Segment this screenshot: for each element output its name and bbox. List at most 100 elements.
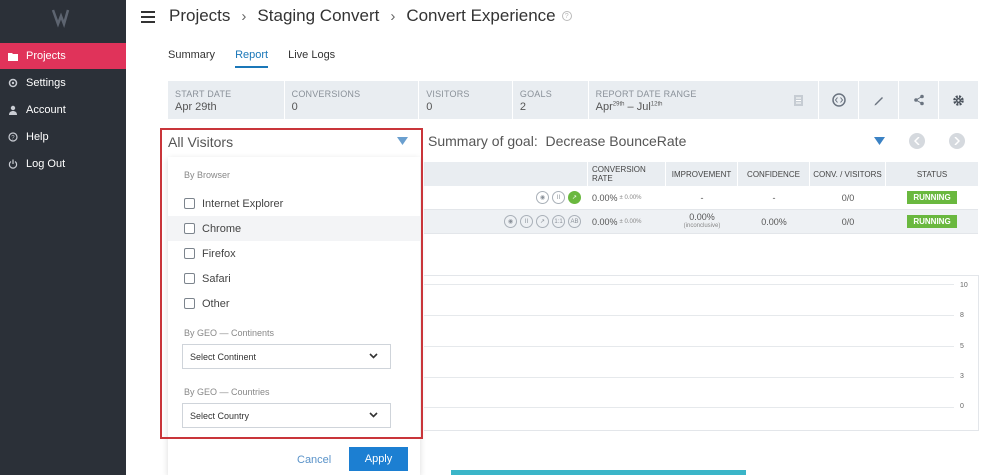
stat-start-date: START DATE Apr 29th (168, 81, 285, 119)
goal-summary: Summary of goal: Decrease BounceRate (428, 133, 686, 149)
stat-value: 0 (426, 101, 433, 113)
y-tick-label: 10 (960, 282, 968, 289)
conversion-rate-cell: 0.00% ± 0.00% (588, 186, 666, 209)
ab-icon[interactable]: AB (568, 215, 581, 228)
one-to-one-icon[interactable]: 1:1 (552, 215, 565, 228)
y-tick-label: 8 (960, 312, 964, 319)
document-icon[interactable] (778, 81, 818, 119)
breadcrumb-project[interactable]: Staging Convert (257, 6, 379, 26)
breadcrumb-separator: › (241, 7, 247, 25)
header-spacer (424, 162, 588, 186)
help-icon[interactable]: ? (561, 11, 572, 21)
row-actions: ◉ II ↗ (424, 186, 588, 209)
rate-margin: ± 0.00% (619, 194, 642, 201)
folder-icon (0, 52, 26, 61)
goal-summary-label: Summary of goal: (428, 133, 538, 149)
goal-name[interactable]: Decrease BounceRate (546, 133, 687, 149)
stat-label: CONVERSIONS (291, 89, 361, 99)
chart-plot-area (424, 284, 954, 414)
eye-icon[interactable]: ◉ (504, 215, 517, 228)
prev-arrow-icon[interactable] (909, 133, 925, 149)
stat-date-range[interactable]: REPORT DATE RANGE Apr29th – Jul12th (589, 81, 778, 119)
rate-value: 0.00% (592, 192, 618, 203)
code-icon[interactable] (818, 81, 858, 119)
horizontal-scrollbar[interactable] (451, 470, 746, 475)
rate-margin: ± 0.00% (619, 218, 642, 225)
help-icon: ? (0, 132, 26, 142)
row-actions: ◉ II ↗ 1:1 AB (424, 210, 588, 233)
user-icon (0, 105, 26, 115)
gear-icon[interactable] (938, 81, 978, 119)
sidebar-item-logout[interactable]: Log Out (0, 151, 126, 177)
eye-icon[interactable]: ◉ (536, 191, 549, 204)
stat-label: START DATE (175, 89, 232, 99)
y-tick-label: 0 (960, 403, 964, 410)
improvement-value: 0.00% (689, 211, 715, 222)
report-tabs: Summary Report Live Logs (168, 49, 355, 68)
page-title: Convert Experience (406, 6, 556, 25)
improvement-cell: - (700, 192, 704, 203)
pencil-icon[interactable] (858, 81, 898, 119)
col-confidence: CONFIDENCE (738, 162, 810, 186)
tab-report[interactable]: Report (235, 49, 269, 68)
goal-dropdown-caret-icon[interactable] (874, 137, 885, 145)
pause-icon[interactable]: II (552, 191, 565, 204)
tab-live-logs[interactable]: Live Logs (288, 49, 335, 68)
sidebar-item-account[interactable]: Account (0, 97, 126, 123)
sidebar-item-label: Projects (26, 50, 66, 62)
sidebar: Projects Settings Account ? Help Log Out (0, 0, 126, 475)
tab-summary[interactable]: Summary (168, 49, 215, 68)
breadcrumb: Projects › Staging Convert › Convert Exp… (169, 6, 572, 26)
stat-visitors: VISITORS 0 (419, 81, 513, 119)
sidebar-item-settings[interactable]: Settings (0, 70, 126, 96)
next-arrow-icon[interactable] (949, 133, 965, 149)
sidebar-item-help[interactable]: ? Help (0, 124, 126, 150)
sidebar-item-projects[interactable]: Projects (0, 43, 126, 69)
stats-bar: START DATE Apr 29th CONVERSIONS 0 VISITO… (168, 81, 978, 119)
cancel-button[interactable]: Cancel (297, 454, 331, 466)
menu-icon[interactable] (141, 11, 155, 23)
status-badge: RUNNING (907, 191, 957, 204)
gridline (424, 407, 954, 408)
stat-goals: GOALS 2 (513, 81, 589, 119)
pause-icon[interactable]: II (520, 215, 533, 228)
stat-label: REPORT DATE RANGE (595, 89, 697, 99)
rate-value: 0.00% (592, 216, 618, 227)
sidebar-item-label: Help (26, 131, 49, 143)
col-improvement: IMPROVEMENT (666, 162, 738, 186)
y-tick-label: 5 (960, 343, 964, 350)
conv-visitors-cell: 0/0 (841, 192, 855, 203)
range-to: Jul (636, 101, 651, 113)
apply-button[interactable]: Apply (349, 447, 408, 471)
chart-icon[interactable]: ↗ (568, 191, 581, 204)
range-separator: – (624, 101, 637, 113)
improvement-cell: 0.00% (inconclusive) (666, 210, 738, 233)
sidebar-item-label: Log Out (26, 158, 66, 170)
stat-value: 0 (291, 101, 298, 113)
breadcrumb-projects[interactable]: Projects (169, 6, 230, 26)
status-badge: RUNNING (907, 215, 957, 228)
gridline (424, 346, 954, 347)
table-row: ◉ II ↗ 1:1 AB 0.00% ± 0.00% 0.00% (inconc… (424, 210, 978, 234)
results-header: CONVERSION RATE IMPROVEMENT CONFIDENCE C… (424, 162, 978, 186)
chart-icon[interactable]: ↗ (536, 215, 549, 228)
conversion-rate-cell: 0.00% ± 0.00% (588, 210, 666, 233)
convert-logo-icon (51, 9, 70, 28)
improvement-note: (inconclusive) (683, 222, 721, 229)
status-cell: RUNNING (886, 186, 978, 209)
status-cell: RUNNING (886, 210, 978, 233)
confidence-cell: - (772, 192, 776, 203)
results-table: CONVERSION RATE IMPROVEMENT CONFIDENCE C… (424, 162, 978, 234)
stat-value: Apr29th – Jul12th (596, 101, 778, 113)
breadcrumb-separator: › (390, 7, 396, 25)
sidebar-item-label: Account (26, 104, 66, 116)
gridline (424, 284, 954, 285)
share-icon[interactable] (898, 81, 938, 119)
range-to-sup: 12th (650, 101, 663, 108)
col-conversion-rate: CONVERSION RATE (588, 162, 666, 186)
power-icon (0, 159, 26, 169)
stat-value: Apr 29th (175, 101, 217, 113)
confidence-cell: 0.00% (761, 216, 787, 227)
stat-label: VISITORS (426, 89, 470, 99)
sidebar-item-label: Settings (26, 77, 66, 89)
